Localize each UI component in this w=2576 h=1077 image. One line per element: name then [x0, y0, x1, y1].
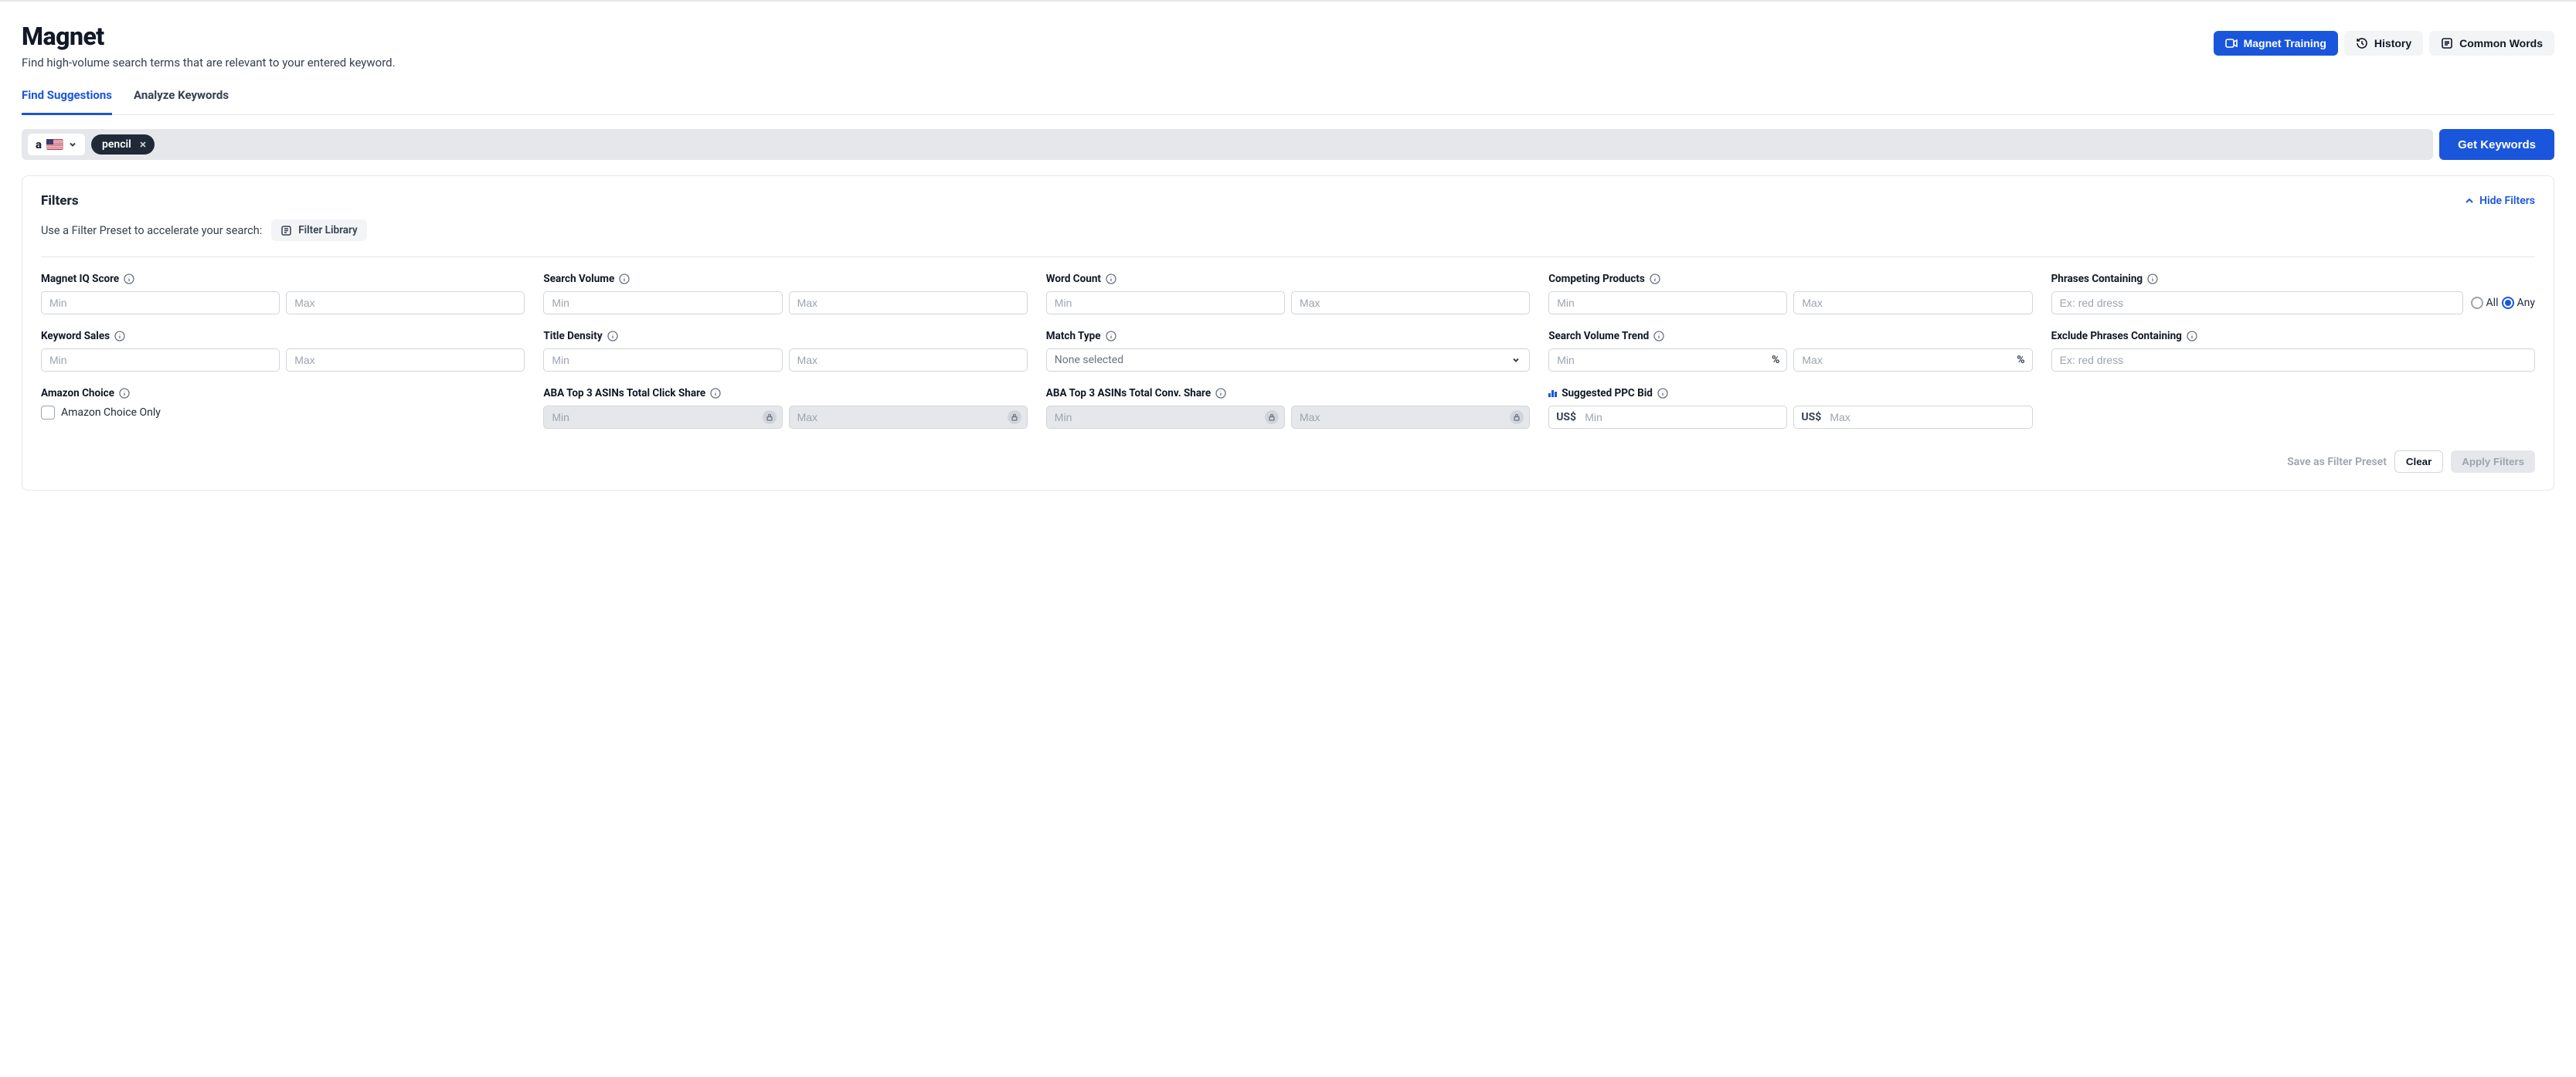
filter-competing-products: Competing Products [1548, 273, 2032, 314]
aba-click-max-input [789, 406, 1028, 429]
competing-products-min-input[interactable] [1548, 291, 1787, 314]
page-title: Magnet [22, 22, 396, 51]
competing-products-max-input[interactable] [1793, 291, 2032, 314]
amazon-choice-checkbox[interactable] [41, 406, 55, 420]
filter-phrases-containing: Phrases Containing All Any [2051, 273, 2535, 314]
phrases-any-radio[interactable] [2502, 297, 2514, 309]
get-keywords-button[interactable]: Get Keywords [2439, 129, 2554, 160]
filter-magnet-iq: Magnet IQ Score [41, 273, 525, 314]
lock-icon [1265, 410, 1279, 424]
filter-ppc-bid: Suggested PPC Bid US$ US$ [1548, 387, 2032, 429]
aba-click-min-input [543, 406, 782, 429]
ppc-bid-max-input[interactable] [1793, 406, 2032, 429]
exclude-phrases-input[interactable] [2051, 348, 2535, 372]
video-icon [2225, 38, 2238, 49]
magnet-iq-min-input[interactable] [41, 291, 280, 314]
phrases-all-radio[interactable] [2471, 297, 2483, 309]
aba-conv-max-input [1291, 406, 1530, 429]
title-density-max-input[interactable] [789, 348, 1028, 372]
tab-analyze-keywords[interactable]: Analyze Keywords [134, 88, 229, 115]
keyword-search-area[interactable]: a pencil [22, 129, 2433, 160]
magnet-training-button[interactable]: Magnet Training [2214, 31, 2338, 56]
filter-search-volume: Search Volume [543, 273, 1027, 314]
info-icon[interactable] [2187, 331, 2197, 341]
filter-match-type: Match Type None selected [1046, 330, 1530, 372]
common-words-button[interactable]: Common Words [2429, 31, 2554, 56]
remove-chip-icon[interactable] [139, 141, 147, 148]
filter-word-count: Word Count [1046, 273, 1530, 314]
lock-icon [1008, 410, 1021, 424]
filter-keyword-sales: Keyword Sales [41, 330, 525, 372]
filters-title: Filters [41, 193, 79, 209]
match-type-select[interactable]: None selected [1046, 348, 1530, 372]
us-flag-icon [46, 139, 63, 150]
clear-button[interactable]: Clear [2394, 450, 2443, 473]
preset-label: Use a Filter Preset to accelerate your s… [41, 224, 262, 237]
info-icon[interactable] [619, 273, 630, 284]
chevron-down-icon [1511, 355, 1521, 365]
filter-exclude-phrases: Exclude Phrases Containing [2051, 330, 2535, 372]
info-icon[interactable] [710, 388, 721, 399]
filter-aba-conv-share: ABA Top 3 ASINs Total Conv. Share [1046, 387, 1530, 429]
aba-conv-min-input [1046, 406, 1285, 429]
info-icon[interactable] [607, 331, 618, 341]
page-subtitle: Find high-volume search terms that are r… [22, 56, 396, 70]
info-icon[interactable] [1106, 273, 1116, 284]
info-icon[interactable] [1215, 388, 1226, 399]
info-icon[interactable] [1653, 331, 1664, 341]
bars-icon [1548, 390, 1557, 397]
phrases-containing-input[interactable] [2051, 291, 2463, 314]
library-icon [280, 225, 292, 236]
save-preset-link: Save as Filter Preset [2287, 456, 2387, 468]
info-icon[interactable] [1650, 273, 1660, 284]
history-button[interactable]: History [2344, 31, 2423, 56]
amazon-logo-icon: a [36, 138, 42, 151]
word-count-max-input[interactable] [1291, 291, 1530, 314]
info-icon[interactable] [119, 388, 130, 399]
chevron-down-icon [68, 140, 77, 149]
title-density-min-input[interactable] [543, 348, 782, 372]
marketplace-selector[interactable]: a [28, 134, 85, 155]
filter-library-button[interactable]: Filter Library [271, 219, 366, 241]
filter-title-density: Title Density [543, 330, 1027, 372]
search-volume-min-input[interactable] [543, 291, 782, 314]
filter-sv-trend: Search Volume Trend % % [1548, 330, 2032, 372]
chevron-up-icon [2464, 195, 2475, 206]
amazon-choice-checkbox-label: Amazon Choice Only [61, 406, 161, 419]
list-icon [2441, 37, 2453, 49]
filter-aba-click-share: ABA Top 3 ASINs Total Click Share [543, 387, 1027, 429]
info-icon[interactable] [1657, 388, 1668, 399]
info-icon[interactable] [1106, 331, 1116, 341]
hide-filters-toggle[interactable]: Hide Filters [2464, 195, 2535, 207]
ppc-bid-min-input[interactable] [1548, 406, 1787, 429]
info-icon[interactable] [114, 331, 125, 341]
lock-icon [1510, 410, 1524, 424]
info-icon[interactable] [124, 273, 134, 284]
history-icon [2356, 37, 2368, 49]
keyword-sales-min-input[interactable] [41, 348, 280, 372]
info-icon[interactable] [2147, 273, 2158, 284]
apply-filters-button[interactable]: Apply Filters [2451, 450, 2535, 473]
filter-amazon-choice: Amazon Choice Amazon Choice Only [41, 387, 525, 429]
tab-find-suggestions[interactable]: Find Suggestions [22, 88, 112, 115]
sv-trend-max-input[interactable] [1793, 348, 2032, 372]
keyword-sales-max-input[interactable] [286, 348, 525, 372]
sv-trend-min-input[interactable] [1548, 348, 1787, 372]
word-count-min-input[interactable] [1046, 291, 1285, 314]
search-volume-max-input[interactable] [789, 291, 1028, 314]
lock-icon [763, 410, 777, 424]
keyword-chip: pencil [91, 134, 155, 155]
magnet-iq-max-input[interactable] [286, 291, 525, 314]
